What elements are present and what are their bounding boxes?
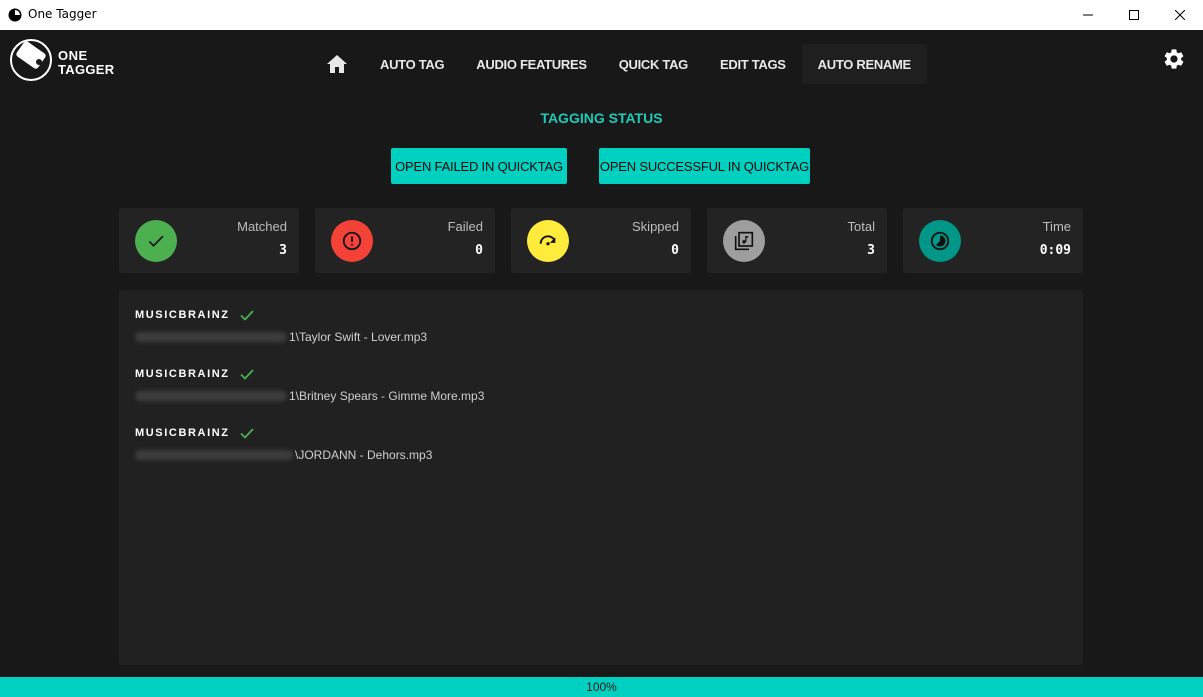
nav-quick-tag[interactable]: QUICK TAG [603,44,704,84]
check-icon [239,368,254,380]
stat-value: 3 [279,243,287,258]
nav-home[interactable] [312,44,362,84]
timelapse-icon [919,220,961,262]
stat-card-matched: Matched 3 [119,208,299,273]
open-successful-quicktag-button[interactable]: OPEN SUCCESSFUL IN QUICKTAG [599,148,810,184]
tag-icon [15,41,47,70]
redacted-path [135,332,287,342]
stat-label: Total [847,219,875,234]
result-path: 1\Taylor Swift - Lover.mp3 [289,330,428,344]
stat-value: 0 [671,243,679,258]
result-path: \JORDANN - Dehors.mp3 [295,448,433,462]
check-icon [239,309,254,321]
stat-label: Time [1042,219,1071,234]
list-item[interactable]: MUSICBRAINZ 1\Taylor Swift - Lover.mp3 [135,309,427,344]
open-failed-quicktag-button[interactable]: OPEN FAILED IN QUICKTAG [391,148,567,184]
stat-card-total: Total 3 [707,208,887,273]
window-title: One Tagger [28,7,97,21]
list-item[interactable]: MUSICBRAINZ 1\Britney Spears - Gimme Mor… [135,368,484,403]
home-icon [327,55,347,73]
stat-label: Failed [447,219,483,234]
main-nav: AUTO TAG AUDIO FEATURES QUICK TAG EDIT T… [312,44,927,84]
result-path: 1\Britney Spears - Gimme More.mp3 [289,389,485,403]
library-music-icon [723,220,765,262]
stat-value: 3 [867,243,875,258]
stat-value: 0 [475,243,483,258]
one-tagger-logo[interactable]: ONE TAGGER [10,38,120,82]
stat-label: Skipped [632,219,679,234]
minimize-button[interactable] [1065,0,1111,30]
result-source: MUSICBRAINZ [135,368,230,380]
stat-label: Matched [237,219,287,234]
logo-text-line2: TAGGER [58,62,115,77]
result-source: MUSICBRAINZ [135,309,230,321]
nav-audio-features[interactable]: AUDIO FEATURES [460,44,602,84]
minimize-icon [1083,14,1093,16]
nav-edit-tags[interactable]: EDIT TAGS [704,44,802,84]
stat-card-skipped: Skipped 0 [511,208,691,273]
close-button[interactable] [1157,0,1203,30]
settings-button[interactable] [1162,47,1186,71]
result-source: MUSICBRAINZ [135,427,230,439]
stat-value: 0:09 [1039,243,1071,258]
close-icon [1175,10,1185,20]
check-icon [239,427,254,439]
error-icon [331,220,373,262]
progress-label: 100% [586,680,617,694]
window-titlebar: One Tagger [0,0,1203,30]
stat-card-failed: Failed 0 [315,208,495,273]
nav-auto-rename[interactable]: AUTO RENAME [801,44,927,84]
logo-text-line1: ONE [58,48,88,63]
progress-bar: 100% [0,677,1203,697]
results-panel[interactable]: MUSICBRAINZ 1\Taylor Swift - Lover.mp3 M… [119,290,1083,665]
maximize-button[interactable] [1111,0,1157,30]
nav-auto-tag[interactable]: AUTO TAG [364,44,460,84]
tagging-status-title: TAGGING STATUS [540,110,663,126]
gear-icon [1164,49,1184,69]
list-item[interactable]: MUSICBRAINZ \JORDANN - Dehors.mp3 [135,427,432,462]
maximize-icon [1129,10,1139,20]
app-icon [8,8,22,22]
redacted-path [135,391,287,401]
skip-icon [527,220,569,262]
redacted-path [135,450,293,460]
check-icon [135,220,177,262]
stat-card-time: Time 0:09 [903,208,1083,273]
logo-circle [10,39,52,81]
